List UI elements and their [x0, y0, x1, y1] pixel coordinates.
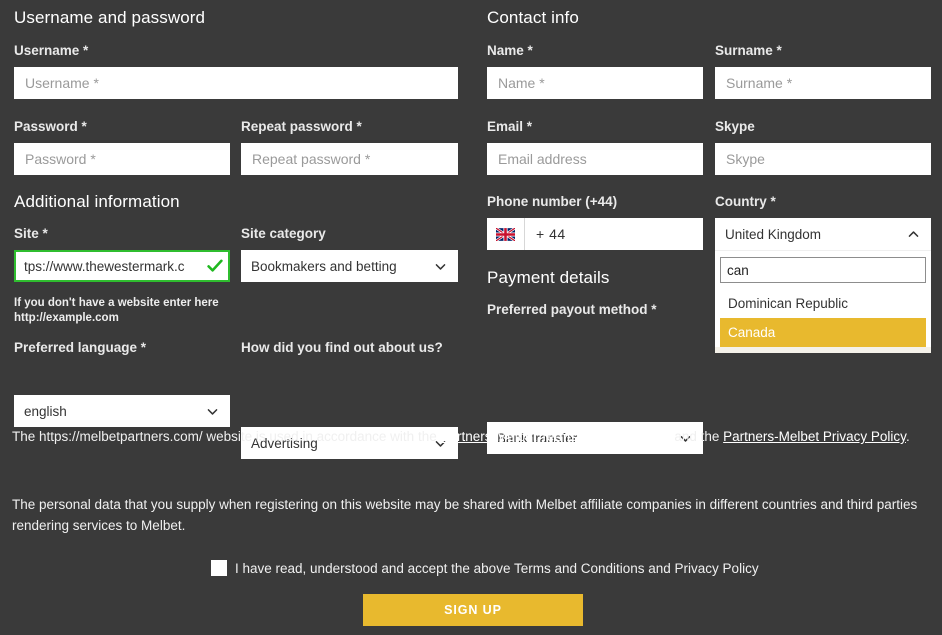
name-input[interactable]	[487, 67, 703, 99]
country-flag-selector[interactable]	[487, 218, 525, 250]
site-input[interactable]	[14, 250, 230, 282]
section-title-payment-details: Payment details	[487, 268, 610, 287]
country-option[interactable]: Canada	[720, 318, 926, 347]
surname-input[interactable]	[715, 67, 931, 99]
sign-up-button[interactable]: SIGN UP	[363, 594, 583, 626]
label-site: Site *	[14, 226, 48, 241]
legal-text-part3: .	[905, 429, 910, 444]
label-site-category: Site category	[241, 226, 326, 241]
country-search-input[interactable]	[720, 257, 926, 283]
label-email: Email *	[487, 119, 533, 134]
label-name: Name *	[487, 43, 533, 58]
site-hint-line2: http://example.com	[14, 312, 119, 324]
phone-dial-code: + 44	[536, 226, 566, 242]
site-field-wrapper	[14, 250, 230, 282]
label-phone-number: Phone number (+44)	[487, 194, 618, 209]
site-hint-line1: If you don't have a website enter here	[14, 297, 219, 309]
label-how-found: How did you find out about us?	[241, 340, 443, 355]
label-username: Username *	[14, 43, 89, 58]
legal-text-part2: and the	[670, 429, 724, 444]
email-input[interactable]	[487, 143, 703, 175]
consent-row: I have read, understood and accept the a…	[211, 560, 759, 576]
label-repeat-password: Repeat password *	[241, 119, 362, 134]
country-dropdown-scroll-edge	[715, 347, 931, 353]
consent-label: I have read, understood and accept the a…	[235, 560, 759, 576]
chevron-down-icon	[207, 408, 218, 415]
link-privacy-policy[interactable]: Partners-Melbet Privacy Policy	[723, 429, 906, 444]
label-preferred-language: Preferred language *	[14, 340, 147, 355]
repeat-password-input[interactable]	[241, 143, 458, 175]
link-terms-and-conditions[interactable]: Partners-Melbet Terms and Conditions	[440, 429, 670, 444]
site-category-value: Bookmakers and betting	[251, 258, 397, 274]
chevron-down-icon	[435, 263, 446, 270]
site-hint: If you don't have a website enter here h…	[14, 296, 234, 326]
chevron-up-icon	[908, 230, 919, 237]
legal-text-part1: The https://melbetpartners.com/ website …	[12, 429, 441, 444]
country-selected-value: United Kingdom	[725, 226, 822, 242]
label-password: Password *	[14, 119, 87, 134]
skype-input[interactable]	[715, 143, 931, 175]
country-select-toggle[interactable]: United Kingdom	[715, 218, 931, 250]
label-surname: Surname *	[715, 43, 782, 58]
preferred-language-select[interactable]: english	[14, 395, 230, 427]
legal-paragraph-terms: The https://melbetpartners.com/ website …	[12, 426, 932, 447]
password-input[interactable]	[14, 143, 230, 175]
section-title-username-password: Username and password	[14, 8, 206, 27]
label-payout-method: Preferred payout method *	[487, 302, 657, 317]
label-country: Country *	[715, 194, 776, 209]
united-kingdom-flag-icon	[496, 227, 515, 241]
legal-paragraph-data-sharing: The personal data that you supply when r…	[12, 497, 918, 533]
section-title-contact-info: Contact info	[487, 8, 579, 27]
section-title-additional-information: Additional information	[14, 192, 180, 211]
country-options-list: Dominican Republic Canada	[720, 289, 926, 347]
username-input[interactable]	[14, 67, 458, 99]
country-option[interactable]: Dominican Republic	[720, 289, 926, 318]
site-category-select[interactable]: Bookmakers and betting	[241, 250, 458, 282]
preferred-language-value: english	[24, 403, 67, 419]
country-select: United Kingdom Dominican Republic Canada	[715, 218, 931, 353]
label-skype: Skype	[715, 119, 755, 134]
consent-checkbox[interactable]	[211, 560, 227, 576]
country-dropdown-panel: Dominican Republic Canada	[715, 250, 931, 347]
registration-form-page: Username and password Username * Passwor…	[0, 0, 942, 635]
phone-number-field[interactable]: + 44	[487, 218, 703, 250]
